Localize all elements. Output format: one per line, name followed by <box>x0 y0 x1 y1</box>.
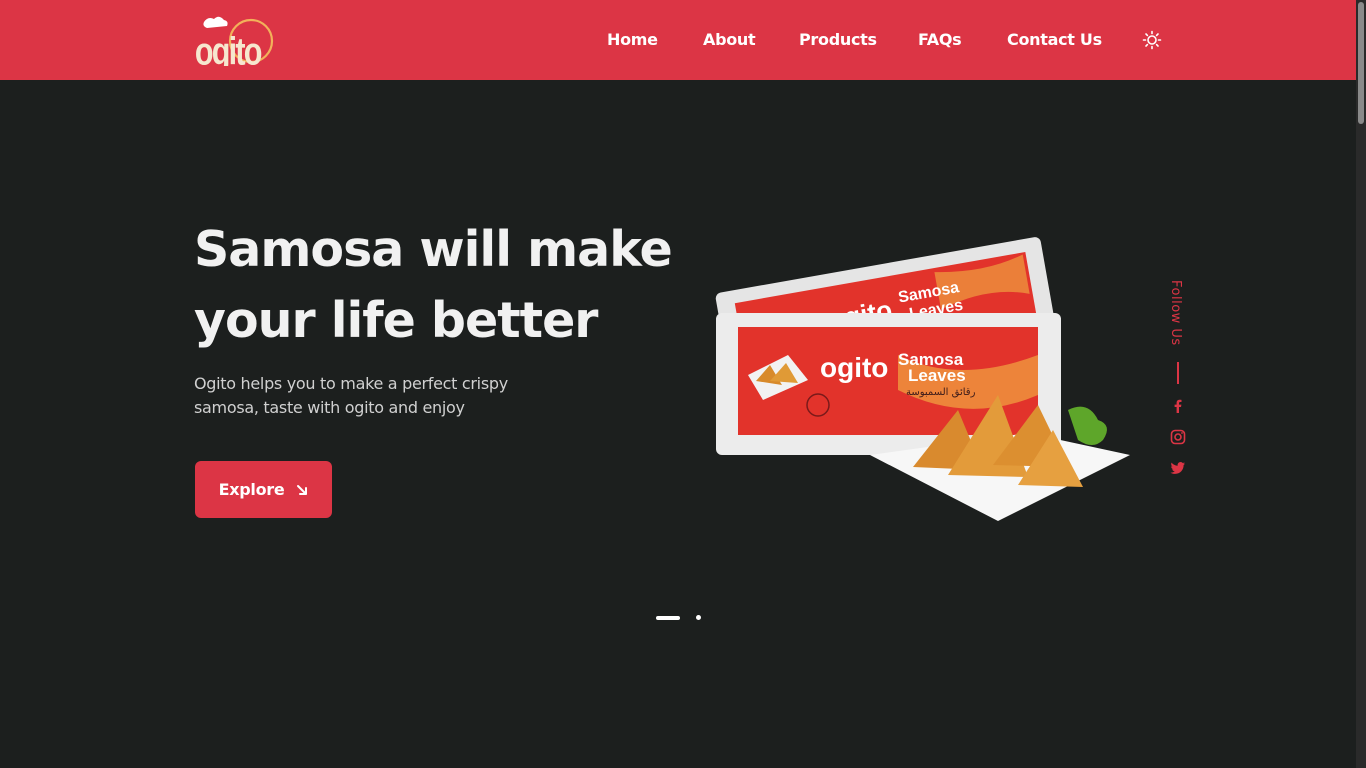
scrollbar-thumb[interactable] <box>1358 2 1364 124</box>
follow-divider <box>1177 362 1179 384</box>
sun-icon[interactable] <box>1142 30 1162 50</box>
hero-description: Ogito helps you to make a perfect crispy… <box>194 372 554 420</box>
nav-faqs[interactable]: FAQs <box>918 30 962 50</box>
hero-title: Samosa will make your life better <box>194 214 694 356</box>
hero-title-line1: Samosa will make <box>194 221 673 278</box>
hero-title-line2: your life better <box>194 292 598 349</box>
instagram-icon[interactable] <box>1170 429 1186 445</box>
product-image: ogito Samosa Leaves ogito Samosa Leaves … <box>715 237 1130 521</box>
follow-us-label: Follow Us <box>1168 280 1183 346</box>
svg-text:ogito: ogito <box>820 352 888 383</box>
svg-text:رقائق السمبوسة: رقائق السمبوسة <box>906 387 976 398</box>
facebook-icon[interactable] <box>1170 398 1186 414</box>
arrow-down-right-icon <box>297 484 308 495</box>
slide-dot-2[interactable] <box>696 615 701 620</box>
hero-desc-line1: Ogito helps you to make a perfect crispy <box>194 374 508 393</box>
svg-text:Leaves: Leaves <box>908 366 966 385</box>
explore-button[interactable]: Explore <box>195 461 332 518</box>
hero-desc-line2: samosa, taste with ogito and enjoy <box>194 398 465 417</box>
page-scrollbar[interactable] <box>1356 0 1366 768</box>
nav-about[interactable]: About <box>703 30 756 50</box>
slider-pagination <box>656 614 706 622</box>
follow-us-bar: Follow Us <box>1166 280 1190 480</box>
nav-contact-us[interactable]: Contact Us <box>1007 30 1102 50</box>
navbar: ogito Home About Products FAQs Contact U… <box>0 0 1356 80</box>
slide-dot-1-active[interactable] <box>656 616 680 620</box>
nav-home[interactable]: Home <box>607 30 658 50</box>
twitter-icon[interactable] <box>1170 460 1186 476</box>
explore-button-label: Explore <box>218 480 285 499</box>
nav-products[interactable]: Products <box>799 30 877 50</box>
